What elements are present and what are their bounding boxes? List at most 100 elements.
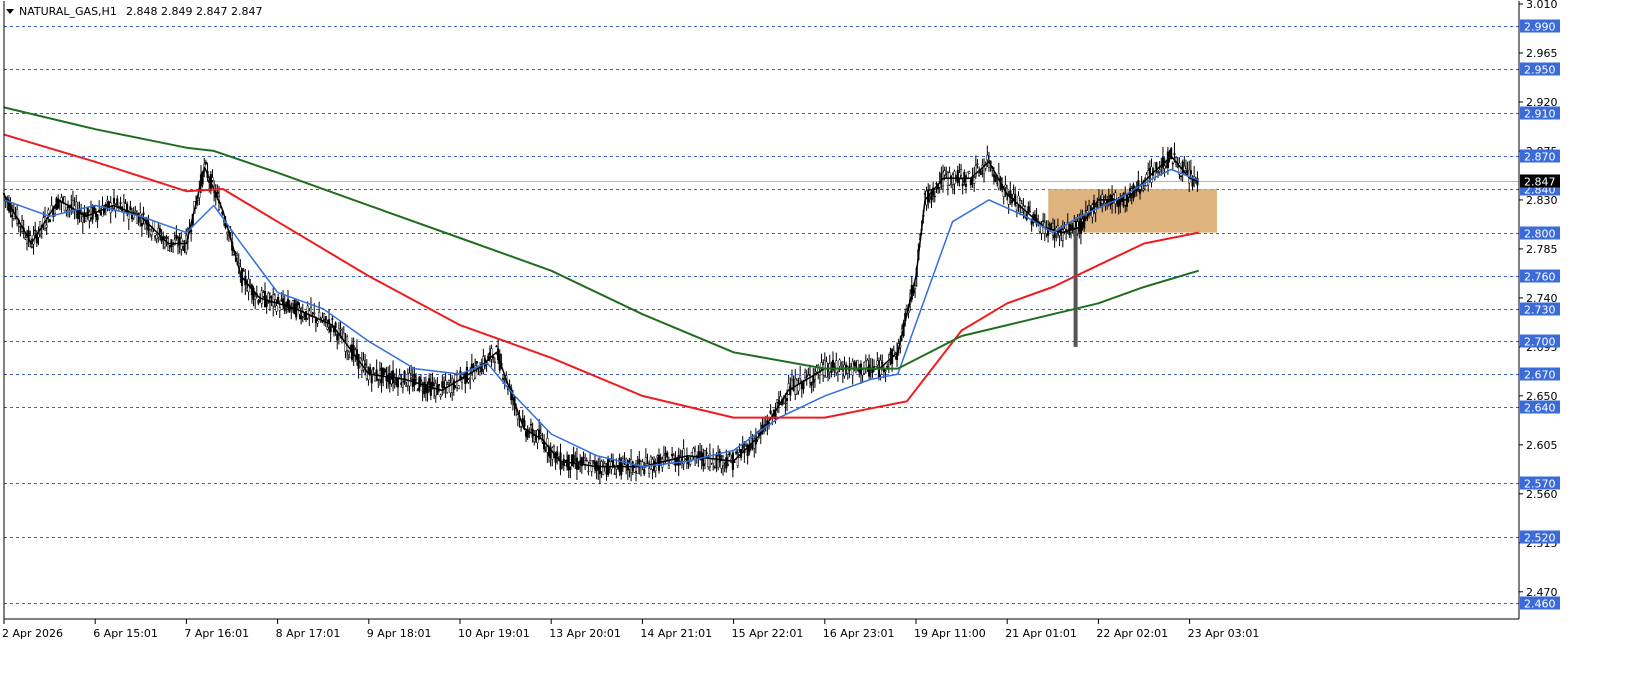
candle-body	[211, 177, 214, 181]
candle-body	[323, 313, 326, 320]
candle-body	[76, 212, 79, 220]
candle-body	[579, 460, 582, 464]
level-label: 2.870	[1524, 151, 1556, 164]
candle-body	[853, 362, 856, 366]
candle-body	[89, 206, 93, 218]
candle-body	[1045, 229, 1048, 234]
candle-body	[1028, 211, 1032, 213]
candle-body	[886, 366, 889, 368]
candle-body	[88, 211, 91, 221]
candle-body	[176, 245, 180, 248]
candle-body	[83, 212, 86, 222]
candle-body	[464, 372, 467, 384]
candle-body	[377, 378, 380, 381]
candle-body	[398, 374, 401, 378]
candle-body	[1078, 221, 1081, 232]
candle-body	[142, 212, 145, 215]
candle-body	[564, 462, 567, 466]
candle-body	[1171, 162, 1174, 165]
candle-body	[789, 386, 792, 396]
candle-body	[566, 459, 569, 468]
candle-body	[226, 232, 229, 235]
candle-body	[676, 459, 679, 462]
candle-body	[551, 447, 554, 460]
candle-body	[411, 378, 414, 387]
y-tick-label: 3.010	[1526, 0, 1558, 11]
candle-body	[324, 316, 327, 321]
candle-body	[1112, 194, 1115, 199]
candle-body	[19, 226, 22, 228]
candle-body	[423, 382, 426, 395]
candle-body	[96, 214, 99, 221]
chart-background	[0, 0, 1641, 675]
candle-body	[388, 372, 391, 385]
x-tick-label: 22 Apr 02:01	[1096, 627, 1168, 640]
candle-body	[1114, 192, 1117, 204]
candle-body	[451, 378, 454, 393]
x-tick-label: 8 Apr 17:01	[276, 627, 341, 640]
candle-body	[155, 234, 158, 240]
candle-body	[978, 172, 981, 176]
candle-body	[582, 457, 585, 459]
candle-body	[262, 292, 265, 297]
candle-body	[961, 183, 964, 187]
candle-body	[462, 374, 465, 376]
candle-body	[419, 379, 423, 382]
candle-body	[459, 370, 462, 380]
candle-body	[395, 377, 398, 385]
candle-body	[1173, 153, 1176, 156]
candle-body	[437, 384, 441, 386]
candle-body	[273, 294, 276, 300]
candle-body	[677, 454, 680, 466]
candle-body	[99, 211, 102, 216]
candle-body	[469, 377, 472, 380]
price-chart[interactable]: 3.0102.9652.9202.8752.8302.7852.7402.695…	[0, 0, 1641, 675]
candle-body	[383, 369, 386, 373]
candle-body	[306, 305, 309, 319]
candle-body	[86, 207, 89, 216]
candle-body	[721, 455, 725, 466]
candle-body	[318, 311, 321, 320]
candle-body	[810, 381, 813, 386]
candle-body	[710, 459, 713, 464]
candle-body	[116, 198, 119, 206]
candle-body	[291, 300, 294, 305]
candle-body	[167, 244, 170, 251]
candle-body	[626, 460, 629, 471]
candle-body	[589, 460, 592, 464]
x-tick-label: 10 Apr 19:01	[458, 627, 530, 640]
candle-body	[956, 170, 959, 184]
candle-body	[112, 198, 116, 204]
candle-body	[986, 155, 989, 161]
candle-body	[403, 370, 406, 384]
candle-body	[47, 209, 50, 214]
candle-body	[705, 452, 708, 455]
candle-body	[654, 466, 657, 471]
candle-body	[856, 360, 859, 369]
candle-body	[275, 305, 278, 312]
candle-body	[339, 329, 342, 331]
candle-body	[1189, 170, 1192, 175]
candle-body	[416, 389, 419, 392]
candle-body	[439, 394, 442, 398]
candle-body	[662, 454, 665, 462]
candle-body	[623, 459, 626, 461]
candle-body	[1050, 225, 1053, 229]
candle-body	[48, 219, 52, 223]
candle-body	[841, 370, 844, 375]
candle-body	[493, 361, 496, 364]
candle-body	[728, 452, 731, 455]
candle-body	[127, 213, 130, 220]
candle-body	[467, 379, 470, 383]
candle-body	[585, 460, 588, 462]
candle-body	[300, 314, 303, 320]
candle-body	[1004, 184, 1007, 188]
level-label: 2.570	[1524, 478, 1556, 491]
candle-body	[689, 461, 692, 465]
candle-body	[288, 304, 291, 312]
candle-body	[331, 318, 334, 320]
candle-body	[254, 295, 257, 300]
candle-body	[158, 228, 162, 233]
level-label: 2.460	[1524, 598, 1556, 611]
candle-body	[787, 383, 790, 395]
